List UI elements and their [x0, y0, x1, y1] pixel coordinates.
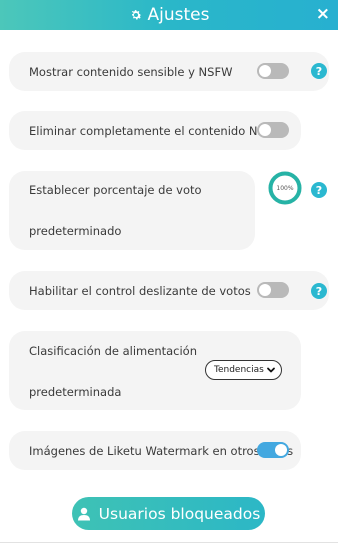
feed-sort-select[interactable]: Tendencias [205, 360, 282, 380]
setting-label: Eliminar completamente el contenido NSFW [29, 124, 283, 138]
setting-label-line1: Clasificación de alimentación [29, 344, 198, 358]
toggle-knob [259, 284, 271, 296]
chevron-down-icon [267, 367, 275, 373]
close-icon[interactable]: × [316, 4, 330, 24]
settings-header: Ajustes × [0, 0, 338, 30]
bottom-divider [0, 542, 338, 543]
setting-watermark: Imágenes de Liketu Watermark en otros si… [9, 431, 301, 470]
page-title: Ajustes [147, 5, 210, 25]
help-icon[interactable]: ? [311, 63, 327, 79]
vote-slider-toggle[interactable] [257, 282, 289, 298]
toggle-knob [275, 444, 287, 456]
header-title-group: Ajustes [129, 5, 210, 25]
setting-vote-percentage: Establecer porcentaje de voto predetermi… [9, 171, 255, 250]
setting-vote-slider: Habilitar el control deslizante de votos [9, 271, 329, 310]
setting-remove-nsfw: Eliminar completamente el contenido NSFW [9, 111, 301, 150]
help-icon[interactable]: ? [311, 182, 327, 198]
setting-label-line1: Establecer porcentaje de voto [29, 183, 202, 197]
blocked-users-label: Usuarios bloqueados [98, 504, 261, 523]
vote-percentage-gauge[interactable]: 100% [268, 171, 302, 205]
setting-sensitive-content: Mostrar contenido sensible y NSFW [9, 52, 329, 91]
setting-label: Imágenes de Liketu Watermark en otros si… [29, 444, 294, 458]
setting-label: Habilitar el control deslizante de votos [29, 284, 251, 298]
gauge-value: 100% [276, 184, 294, 192]
blocked-users-button[interactable]: Usuarios bloqueados [72, 497, 265, 530]
help-icon[interactable]: ? [311, 283, 327, 299]
remove-nsfw-toggle[interactable] [257, 122, 289, 138]
gear-icon [131, 10, 141, 20]
setting-label-line2: predeterminada [29, 385, 122, 399]
user-icon [77, 507, 90, 520]
setting-label-line2: predeterminado [29, 224, 122, 238]
watermark-toggle[interactable] [257, 442, 289, 458]
toggle-knob [259, 65, 271, 77]
toggle-knob [259, 124, 271, 136]
select-value: Tendencias [214, 365, 264, 375]
setting-label: Mostrar contenido sensible y NSFW [29, 65, 233, 79]
sensitive-content-toggle[interactable] [257, 63, 289, 79]
